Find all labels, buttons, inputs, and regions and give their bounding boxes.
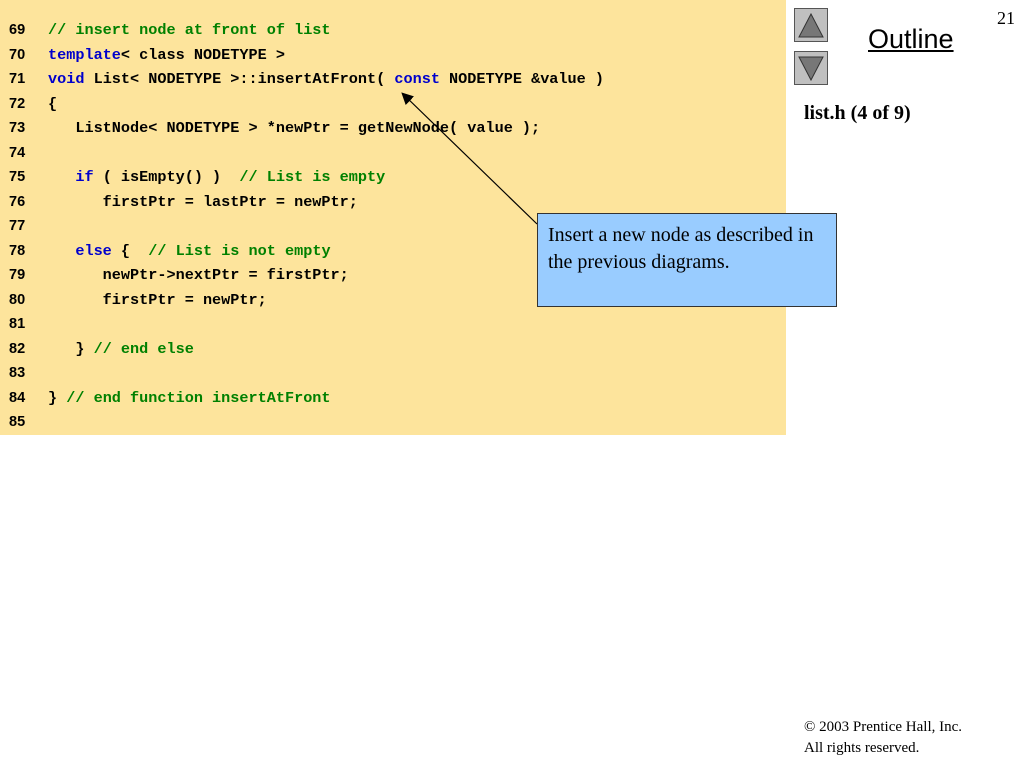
footer-rights: All rights reserved. (804, 740, 920, 756)
callout-text: Insert a new node as described in the pr… (548, 224, 814, 273)
triangle-down-icon (798, 56, 824, 82)
slide-subtitle: list.h (4 of 9) (804, 102, 911, 124)
next-slide-button[interactable] (794, 51, 828, 85)
previous-slide-button[interactable] (794, 8, 828, 42)
outline-link[interactable]: Outline (868, 24, 954, 55)
footer-copyright: © 2003 Prentice Hall, Inc. (804, 719, 963, 735)
callout-box: Insert a new node as described in the pr… (537, 213, 837, 307)
slide-number: 21 (997, 8, 1015, 28)
footer: © 2003 Prentice Hall, Inc. All rights re… (804, 717, 962, 759)
triangle-up-icon (798, 12, 824, 38)
